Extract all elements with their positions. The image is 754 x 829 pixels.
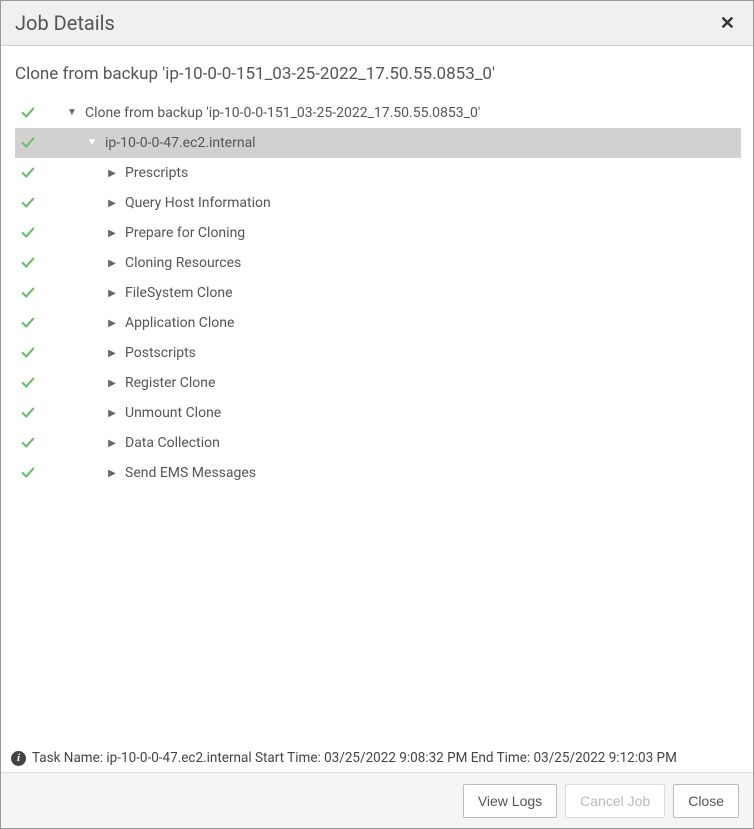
tree-row-root[interactable]: ▼ Clone from backup 'ip-10-0-0-151_03-25… [15, 98, 741, 128]
steps-container: ▶ Prescripts ▶ Query Host Information ▶ Prepa… [15, 158, 741, 488]
tree-row-host[interactable]: ▼ ip-10-0-0-47.ec2.internal [15, 128, 741, 158]
chevron-right-icon[interactable]: ▶ [105, 438, 119, 449]
chevron-right-icon[interactable]: ▶ [105, 168, 119, 179]
chevron-down-icon[interactable]: ▼ [65, 107, 79, 118]
status-icon-col [21, 316, 45, 330]
status-icon-col [21, 166, 45, 180]
status-icon-col [21, 346, 45, 360]
status-icon-col [21, 466, 45, 480]
dialog-header: Job Details ✕ [1, 1, 753, 46]
tree-label: Cloning Resources [125, 255, 241, 271]
check-icon [21, 346, 35, 360]
tree-row-step[interactable]: ▶ Send EMS Messages [15, 458, 741, 488]
tree-row-step[interactable]: ▶ Unmount Clone [15, 398, 741, 428]
status-icon-col [21, 376, 45, 390]
status-bar: i Task Name: ip-10-0-0-47.ec2.internal S… [1, 744, 753, 772]
status-icon-col [21, 436, 45, 450]
dialog-footer: View Logs Cancel Job Close [1, 772, 753, 828]
close-button[interactable]: Close [673, 784, 739, 818]
tree-row-step[interactable]: ▶ Register Clone [15, 368, 741, 398]
status-icon-col [21, 286, 45, 300]
chevron-right-icon[interactable]: ▶ [105, 348, 119, 359]
dialog-title: Job Details [15, 11, 115, 35]
chevron-down-icon[interactable]: ▼ [85, 137, 99, 148]
job-subtitle: Clone from backup 'ip-10-0-0-151_03-25-2… [15, 60, 741, 98]
tree-row-step[interactable]: ▶ Postscripts [15, 338, 741, 368]
tree-label: FileSystem Clone [125, 285, 233, 301]
check-icon [21, 226, 35, 240]
scroll-area[interactable]: Clone from backup 'ip-10-0-0-151_03-25-2… [9, 60, 745, 745]
tree-row-step[interactable]: ▶ Prepare for Cloning [15, 218, 741, 248]
cancel-job-button: Cancel Job [565, 784, 665, 818]
status-icon-col [21, 406, 45, 420]
view-logs-button[interactable]: View Logs [463, 784, 557, 818]
chevron-right-icon[interactable]: ▶ [105, 468, 119, 479]
chevron-right-icon[interactable]: ▶ [105, 198, 119, 209]
check-icon [21, 106, 35, 120]
tree-label: Send EMS Messages [125, 465, 256, 481]
chevron-right-icon[interactable]: ▶ [105, 288, 119, 299]
chevron-right-icon[interactable]: ▶ [105, 228, 119, 239]
check-icon [21, 316, 35, 330]
check-icon [21, 436, 35, 450]
close-icon[interactable]: ✕ [716, 13, 739, 34]
tree-row-step[interactable]: ▶ Cloning Resources [15, 248, 741, 278]
tree-row-step[interactable]: ▶ Query Host Information [15, 188, 741, 218]
tree-row-step[interactable]: ▶ Data Collection [15, 428, 741, 458]
status-text: Task Name: ip-10-0-0-47.ec2.internal Sta… [32, 750, 677, 766]
check-icon [21, 406, 35, 420]
tree-label: Query Host Information [125, 195, 271, 211]
tree-label: ip-10-0-0-47.ec2.internal [105, 135, 256, 151]
tree-label: Prescripts [125, 165, 188, 181]
check-icon [21, 196, 35, 210]
status-icon-col [21, 226, 45, 240]
check-icon [21, 136, 35, 150]
check-icon [21, 166, 35, 180]
tree-label: Data Collection [125, 435, 220, 451]
tree-label: Clone from backup 'ip-10-0-0-151_03-25-2… [85, 105, 480, 121]
tree-label: Unmount Clone [125, 405, 221, 421]
tree-label: Prepare for Cloning [125, 225, 245, 241]
status-icon-col [21, 136, 45, 150]
check-icon [21, 376, 35, 390]
tree-row-step[interactable]: ▶ Prescripts [15, 158, 741, 188]
check-icon [21, 256, 35, 270]
tree-row-step[interactable]: ▶ FileSystem Clone [15, 278, 741, 308]
content-area: Clone from backup 'ip-10-0-0-151_03-25-2… [1, 46, 753, 745]
chevron-right-icon[interactable]: ▶ [105, 258, 119, 269]
info-icon: i [11, 751, 26, 766]
tree-label: Register Clone [125, 375, 215, 391]
check-icon [21, 466, 35, 480]
tree-label: Postscripts [125, 345, 196, 361]
chevron-right-icon[interactable]: ▶ [105, 378, 119, 389]
tree-label: Application Clone [125, 315, 234, 331]
tree-row-step[interactable]: ▶ Application Clone [15, 308, 741, 338]
status-icon-col [21, 106, 45, 120]
chevron-right-icon[interactable]: ▶ [105, 408, 119, 419]
status-icon-col [21, 196, 45, 210]
check-icon [21, 286, 35, 300]
status-icon-col [21, 256, 45, 270]
chevron-right-icon[interactable]: ▶ [105, 318, 119, 329]
